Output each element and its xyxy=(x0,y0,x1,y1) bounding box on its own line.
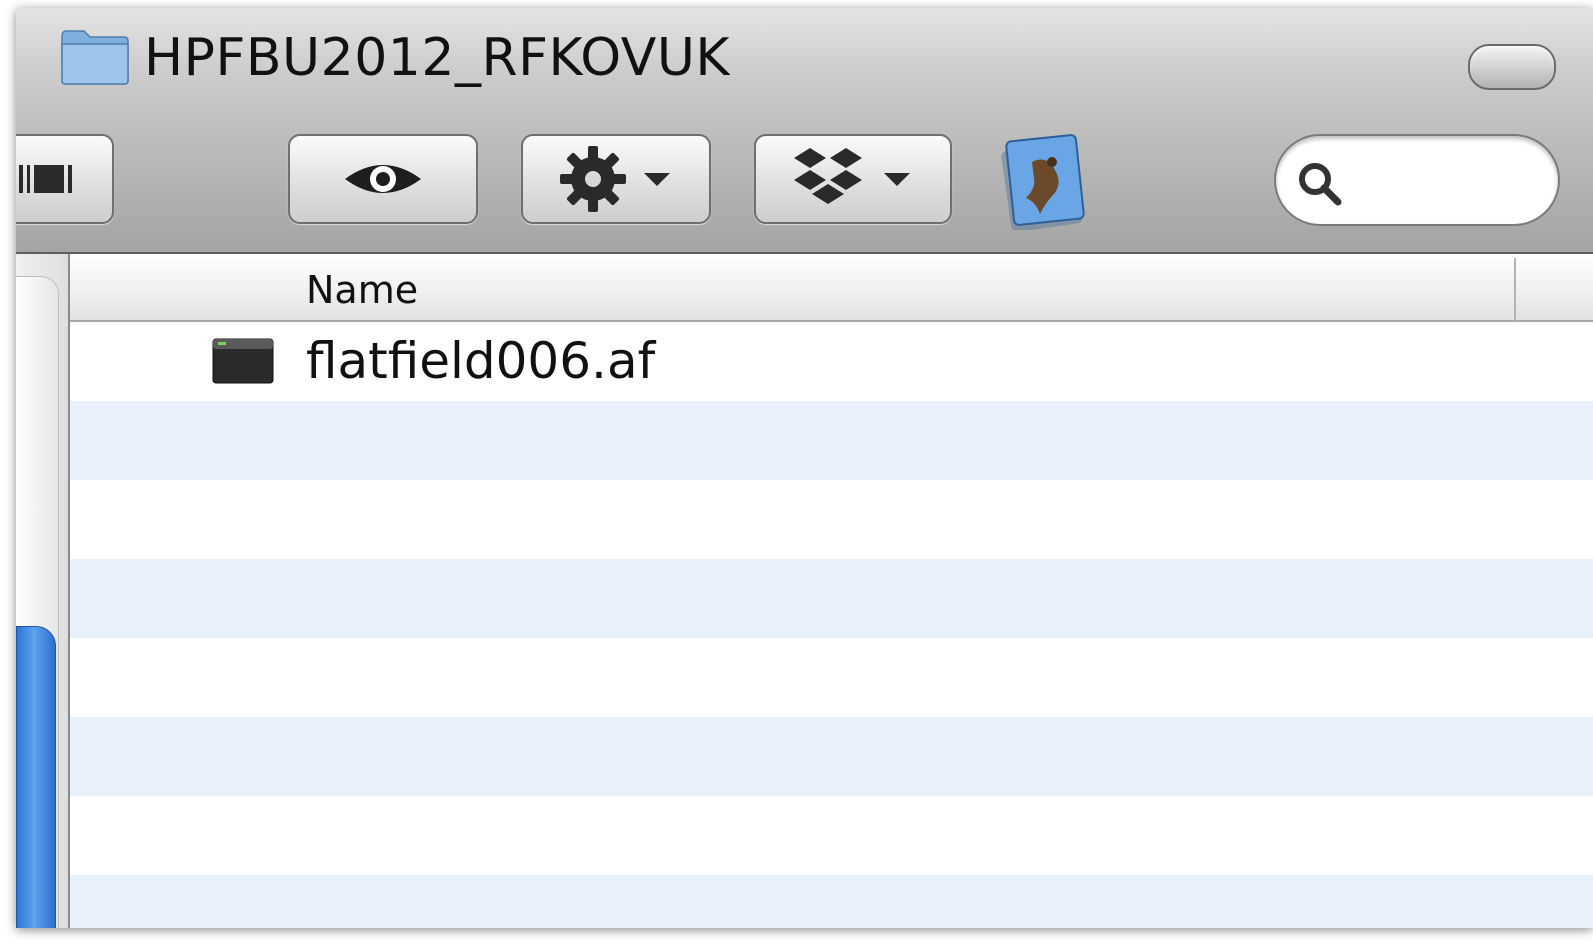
dropbox-icon xyxy=(794,148,862,204)
empty-row xyxy=(70,638,1593,717)
titlebar-toolbar: HPFBU2012_RFKOVUK xyxy=(16,8,1593,254)
action-menu-button[interactable] xyxy=(521,134,711,224)
sidebar xyxy=(16,254,70,928)
preview-hawk-icon[interactable] xyxy=(996,132,1086,230)
empty-row xyxy=(70,875,1593,928)
empty-row xyxy=(70,796,1593,875)
sidebar-scrollbar-thumb[interactable] xyxy=(16,626,56,928)
column-divider[interactable] xyxy=(1514,258,1516,322)
quick-look-button[interactable] xyxy=(288,134,478,224)
search-icon xyxy=(1299,163,1342,206)
executable-file-icon xyxy=(212,338,274,384)
file-list: Name flatfield006.af xyxy=(70,254,1593,928)
window-title: HPFBU2012_RFKOVUK xyxy=(144,28,730,88)
column-header-row: Name xyxy=(70,254,1593,322)
view-mode-button[interactable] xyxy=(16,134,114,224)
column-header-name[interactable]: Name xyxy=(306,268,418,312)
finder-window: HPFBU2012_RFKOVUK Name flatfield006.af xyxy=(16,8,1593,928)
eye-icon xyxy=(345,165,421,193)
file-name: flatfield006.af xyxy=(306,332,656,390)
file-rows: flatfield006.af xyxy=(70,322,1593,928)
empty-row xyxy=(70,717,1593,796)
file-row[interactable]: flatfield006.af xyxy=(70,322,1593,401)
dropbox-menu-button[interactable] xyxy=(754,134,952,224)
gear-icon xyxy=(560,146,626,212)
chevron-down-icon xyxy=(884,173,910,186)
column-view-icon xyxy=(19,165,72,193)
chevron-down-icon xyxy=(644,173,670,186)
search-field[interactable] xyxy=(1274,134,1560,226)
empty-row xyxy=(70,401,1593,480)
empty-row xyxy=(70,559,1593,638)
toolbar-toggle-button[interactable] xyxy=(1468,44,1556,90)
search-input[interactable] xyxy=(1352,154,1546,208)
empty-row xyxy=(70,480,1593,559)
folder-icon xyxy=(61,30,129,85)
